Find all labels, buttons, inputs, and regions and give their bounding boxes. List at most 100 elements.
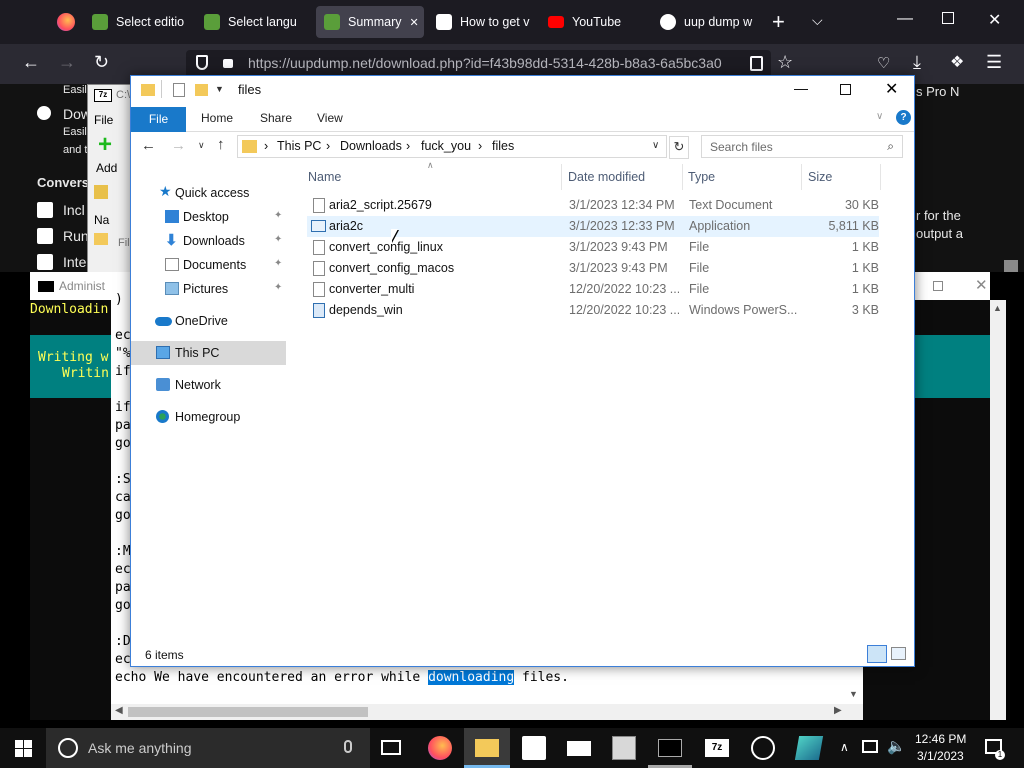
file-row[interactable]: convert_config_macos 3/1/2023 9:43 PM Fi… — [307, 258, 879, 279]
file-explorer-taskbar-icon[interactable] — [475, 739, 499, 757]
tab-view[interactable]: View — [317, 111, 343, 125]
chevron-up-icon[interactable]: ∧ — [840, 740, 849, 754]
task-view-icon[interactable] — [381, 740, 401, 755]
pin-icon[interactable]: ✦ — [274, 210, 282, 221]
pocket-icon[interactable]: ♡ — [877, 54, 890, 72]
tab-select-language[interactable]: Select langu — [204, 6, 308, 38]
bookmark-star-icon[interactable]: ☆ — [777, 52, 793, 73]
breadcrumb-folder[interactable]: fuck_you — [421, 139, 471, 153]
back-arrow-icon[interactable]: ← — [22, 52, 40, 73]
scroll-down-icon[interactable]: ▼ — [849, 689, 858, 699]
new-folder-icon[interactable] — [195, 84, 208, 96]
minimize-icon[interactable]: — — [897, 10, 913, 28]
large-icons-view-icon[interactable] — [891, 647, 906, 660]
help-icon[interactable]: ? — [896, 110, 911, 125]
cmd-scrollbar[interactable] — [990, 300, 1006, 720]
column-header-type[interactable]: Type — [688, 170, 715, 184]
tab-summary[interactable]: Summary ✕ — [316, 6, 424, 38]
minimize-icon[interactable]: — — [794, 80, 808, 96]
column-divider[interactable] — [561, 164, 562, 190]
shield-icon[interactable] — [196, 55, 208, 70]
sidebar-item-desktop[interactable]: Desktop ✦ — [131, 205, 286, 229]
checkbox[interactable] — [37, 254, 53, 270]
microphone-icon[interactable] — [344, 740, 352, 753]
menu-icon[interactable]: ☰ — [986, 52, 1002, 73]
tab-youtube[interactable]: YouTube — [548, 6, 648, 38]
network-status-icon[interactable] — [862, 740, 878, 753]
reader-view-icon[interactable] — [750, 56, 763, 71]
back-arrow-icon[interactable]: ← — [141, 137, 156, 154]
maximize-icon[interactable] — [933, 281, 943, 291]
chevron-down-icon[interactable]: ⌵ — [812, 12, 823, 29]
breadcrumb-downloads[interactable]: Downloads — [340, 139, 402, 153]
scroll-right-icon[interactable]: ▶ — [834, 705, 842, 716]
column-header-name[interactable]: Name — [308, 170, 341, 184]
firefox-logo-icon[interactable] — [57, 13, 75, 31]
properties-icon[interactable] — [173, 83, 185, 97]
7zip-taskbar-icon[interactable]: 7z — [705, 739, 729, 757]
file-row[interactable]: converter_multi 12/20/2022 10:23 ... Fil… — [307, 279, 879, 300]
download-icon[interactable]: ⤓ — [913, 52, 921, 73]
url-bar[interactable]: https://uupdump.net/download.php?id=f43b… — [186, 50, 771, 78]
maximize-icon[interactable] — [942, 12, 954, 24]
radio-button[interactable] — [37, 106, 51, 120]
column-divider[interactable] — [682, 164, 683, 190]
add-icon[interactable]: + — [98, 133, 112, 157]
customize-toolbar-icon[interactable]: ▼ — [215, 84, 224, 94]
close-tab-icon[interactable]: ✕ — [409, 16, 418, 29]
forward-arrow-icon[interactable]: → — [58, 52, 76, 73]
tab-file[interactable]: File — [131, 107, 186, 132]
maximize-icon[interactable] — [840, 84, 851, 95]
add-button[interactable]: Add — [96, 161, 117, 175]
clock-time[interactable]: 12:46 PM — [915, 732, 966, 746]
recent-locations-icon[interactable]: ∨ — [198, 140, 205, 151]
up-arrow-icon[interactable]: ↑ — [217, 136, 225, 153]
expand-ribbon-icon[interactable]: ∨ — [876, 111, 883, 122]
sidebar-item-pictures[interactable]: Pictures ✦ — [131, 277, 286, 301]
forward-arrow-icon[interactable]: → — [171, 137, 186, 154]
sidebar-item-documents[interactable]: Documents ✦ — [131, 253, 286, 277]
windows-start-icon[interactable] — [15, 740, 32, 757]
close-icon[interactable]: ✕ — [988, 10, 1001, 30]
search-input[interactable]: Search files ⌕ — [701, 135, 903, 158]
tab-share[interactable]: Share — [260, 111, 292, 125]
file-row[interactable]: depends_win 12/20/2022 10:23 ... Windows… — [307, 300, 879, 321]
scroll-up-icon[interactable]: ▲ — [993, 303, 1002, 313]
close-icon[interactable]: ✕ — [975, 276, 988, 294]
cortana-search-bar[interactable]: Ask me anything — [46, 728, 370, 768]
firefox-taskbar-icon[interactable] — [428, 736, 452, 760]
new-tab-button[interactable]: + — [772, 9, 785, 35]
sidebar-item-downloads[interactable]: ⬇ Downloads ✦ — [131, 229, 286, 253]
column-header-date[interactable]: Date modified — [568, 170, 645, 184]
mail-icon[interactable] — [567, 741, 591, 756]
app-icon[interactable] — [794, 736, 824, 760]
alarm-clock-icon[interactable] — [751, 736, 775, 760]
store-icon[interactable] — [522, 736, 546, 760]
name-column-header[interactable]: Na — [94, 213, 109, 227]
tab-home[interactable]: Home — [201, 111, 233, 125]
file-menu[interactable]: File — [94, 113, 113, 127]
checkbox[interactable] — [37, 228, 53, 244]
clock-date[interactable]: 3/1/2023 — [917, 749, 964, 763]
sidebar-item-onedrive[interactable]: OneDrive — [131, 309, 286, 333]
sidebar-item-network[interactable]: Network — [131, 373, 286, 397]
column-header-size[interactable]: Size — [808, 170, 832, 184]
breadcrumb-this-pc[interactable]: This PC — [277, 139, 321, 153]
close-icon[interactable]: ✕ — [885, 79, 898, 99]
sidebar-item-this-pc[interactable]: This PC — [131, 341, 286, 365]
archive-app-icon[interactable] — [612, 736, 636, 760]
breadcrumb-files[interactable]: files — [492, 139, 514, 153]
command-prompt-icon[interactable] — [658, 739, 682, 757]
chevron-down-icon[interactable]: ∨ — [652, 140, 659, 151]
reload-icon[interactable]: ↻ — [94, 52, 109, 73]
tab-select-edition[interactable]: Select editio — [92, 6, 196, 38]
volume-icon[interactable]: 🔈 — [887, 737, 906, 755]
lock-icon[interactable] — [223, 59, 233, 68]
pin-icon[interactable]: ✦ — [274, 234, 282, 245]
scroll-left-icon[interactable]: ◀ — [115, 705, 123, 716]
tab-uup-dump[interactable]: uup dump w — [660, 6, 760, 38]
file-row[interactable]: aria2_script.25679 3/1/2023 12:34 PM Tex… — [307, 195, 879, 216]
sidebar-item-homegroup[interactable]: Homegroup — [131, 405, 286, 429]
scroll-thumb[interactable] — [128, 707, 368, 717]
extensions-icon[interactable]: ❖ — [950, 52, 964, 72]
